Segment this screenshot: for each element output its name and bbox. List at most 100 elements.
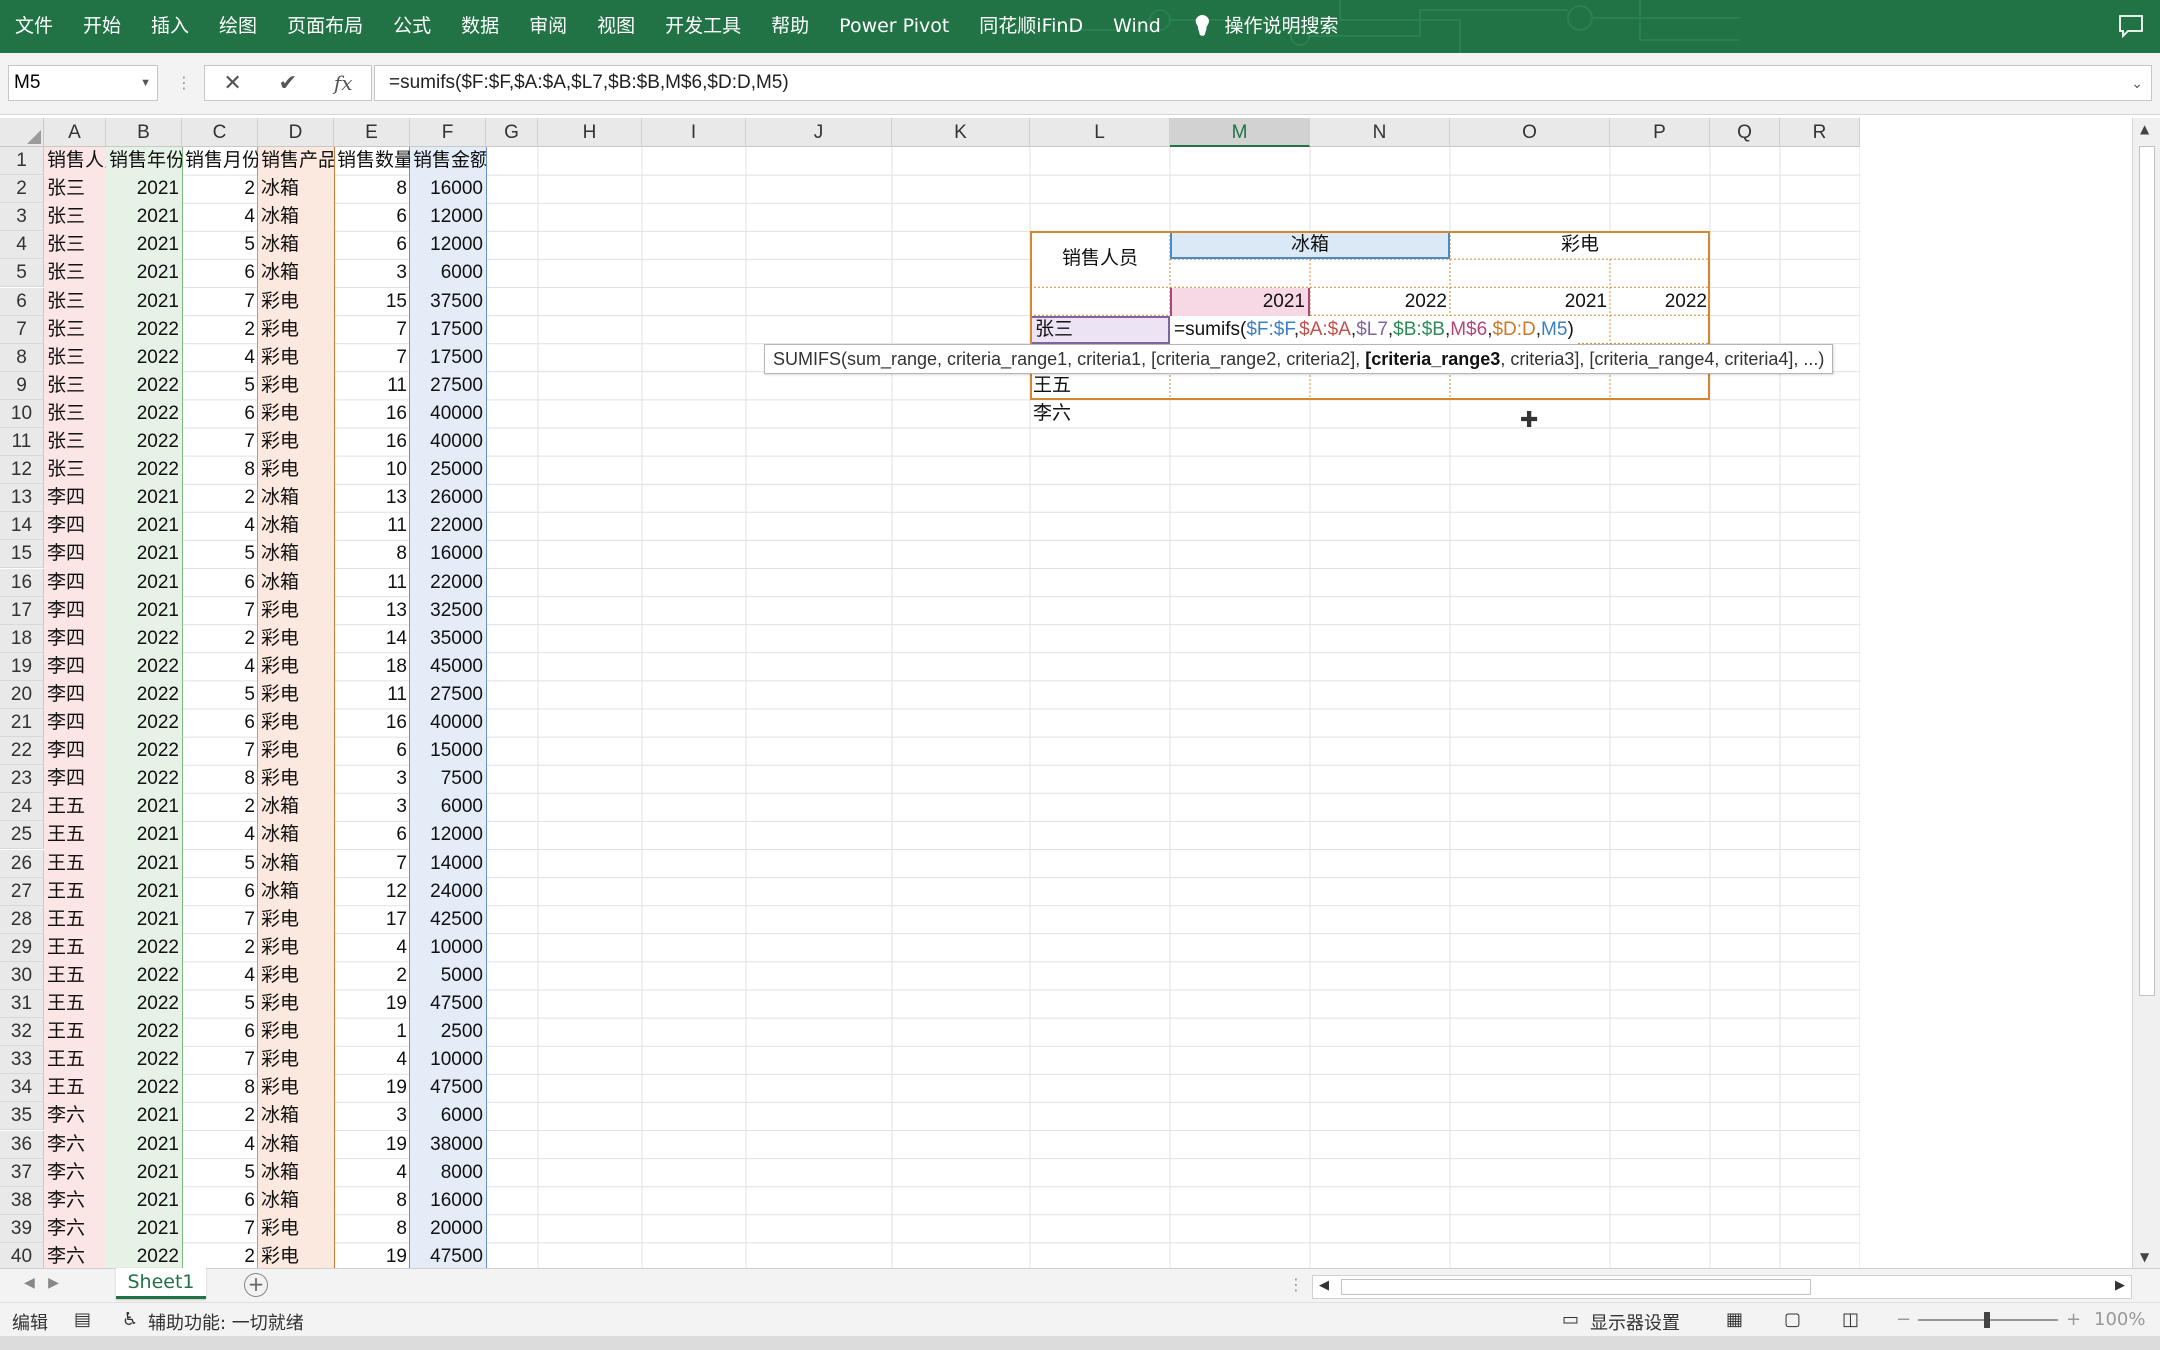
table-cell[interactable]: 5 bbox=[182, 850, 258, 878]
table-cell[interactable]: 8 bbox=[182, 765, 258, 793]
table-cell[interactable]: 彩电 bbox=[258, 1018, 334, 1046]
tooltip-text[interactable]: SUMIFS(sum_range, criteria_range1, crite… bbox=[773, 349, 1365, 369]
row-header-4[interactable]: 4 bbox=[0, 231, 44, 260]
row-header-35[interactable]: 35 bbox=[0, 1102, 44, 1131]
table-cell[interactable]: 2022 bbox=[106, 1074, 182, 1102]
scroll-down-icon[interactable]: ▼ bbox=[2140, 1250, 2149, 1264]
table-cell[interactable]: 彩电 bbox=[258, 316, 334, 344]
table-cell[interactable]: 19 bbox=[334, 1074, 410, 1102]
table-cell[interactable]: 35000 bbox=[410, 625, 486, 653]
table-cell[interactable]: 3 bbox=[334, 793, 410, 821]
sheet-nav-arrows[interactable]: ◀ ▶ bbox=[24, 1275, 59, 1291]
table-cell[interactable]: 2021 bbox=[106, 878, 182, 906]
menu-item-6[interactable]: 数据 bbox=[446, 0, 514, 53]
macro-record-icon[interactable]: ▤ bbox=[74, 1309, 91, 1330]
column-header-n[interactable]: N bbox=[1310, 118, 1450, 147]
table-cell[interactable]: 彩电 bbox=[258, 344, 334, 372]
normal-view-icon[interactable]: ▦ bbox=[1726, 1309, 1743, 1330]
row-header-26[interactable]: 26 bbox=[0, 849, 44, 878]
menu-item-12[interactable]: 同花顺iFinD bbox=[964, 0, 1098, 53]
table-cell[interactable]: 冰箱 bbox=[258, 821, 334, 849]
table-cell[interactable]: 7 bbox=[334, 316, 410, 344]
table-cell[interactable]: 彩电 bbox=[258, 288, 334, 316]
table-cell[interactable]: 冰箱 bbox=[258, 231, 334, 259]
table-cell[interactable]: 王五 bbox=[44, 906, 106, 934]
table-cell[interactable]: 2021 bbox=[106, 288, 182, 316]
table-cell[interactable]: 张三 bbox=[44, 344, 106, 372]
table-cell[interactable]: 8 bbox=[334, 1215, 410, 1243]
table-cell[interactable]: 13 bbox=[334, 597, 410, 625]
table-cell[interactable]: 16000 bbox=[410, 1187, 486, 1215]
table-cell[interactable]: 6 bbox=[182, 878, 258, 906]
table-cell[interactable]: 彩电 bbox=[258, 1046, 334, 1074]
table-cell[interactable]: 2 bbox=[182, 1243, 258, 1271]
table-cell[interactable]: 2 bbox=[182, 484, 258, 512]
table-cell[interactable]: 4 bbox=[182, 203, 258, 231]
row-header-7[interactable]: 7 bbox=[0, 315, 44, 344]
table-cell[interactable]: 8 bbox=[182, 456, 258, 484]
table-cell[interactable]: 25000 bbox=[410, 456, 486, 484]
table-cell[interactable]: 7 bbox=[182, 737, 258, 765]
table-cell[interactable]: 5 bbox=[182, 540, 258, 568]
table-cell[interactable]: 14000 bbox=[410, 850, 486, 878]
table-cell[interactable]: 张三 bbox=[44, 428, 106, 456]
menu-item-13[interactable]: Wind bbox=[1098, 0, 1176, 53]
row-header-10[interactable]: 10 bbox=[0, 399, 44, 428]
table-cell[interactable]: 冰箱 bbox=[258, 878, 334, 906]
table-cell[interactable]: 11 bbox=[334, 512, 410, 540]
table-cell[interactable]: 19 bbox=[334, 1131, 410, 1159]
table-cell[interactable]: 3 bbox=[334, 1102, 410, 1130]
table-cell[interactable]: 20000 bbox=[410, 1215, 486, 1243]
row-header-6[interactable]: 6 bbox=[0, 287, 44, 316]
table-cell[interactable]: 2022 bbox=[106, 372, 182, 400]
table-cell[interactable]: 27500 bbox=[410, 681, 486, 709]
row-header-18[interactable]: 18 bbox=[0, 624, 44, 653]
tooltip-current-arg[interactable]: [criteria_range3 bbox=[1365, 349, 1500, 369]
table-cell[interactable]: 王五 bbox=[44, 990, 106, 1018]
table-cell[interactable]: 5 bbox=[182, 372, 258, 400]
row-header-8[interactable]: 8 bbox=[0, 343, 44, 372]
formula-input[interactable]: =sumifs($F:$F,$A:$A,$L7,$B:$B,M$6,$D:D,M… bbox=[374, 65, 2152, 101]
table-cell[interactable]: 李四 bbox=[44, 512, 106, 540]
column-header-a[interactable]: A bbox=[44, 118, 106, 147]
menu-item-0[interactable]: 文件 bbox=[0, 0, 68, 53]
table-cell[interactable]: 冰箱 bbox=[258, 1159, 334, 1187]
table-cell[interactable]: 4 bbox=[182, 962, 258, 990]
table-cell[interactable]: 彩电 bbox=[258, 765, 334, 793]
table-cell[interactable]: 18 bbox=[334, 653, 410, 681]
row-header-38[interactable]: 38 bbox=[0, 1186, 44, 1215]
table-cell[interactable]: 冰箱 bbox=[258, 793, 334, 821]
table-cell[interactable]: 6 bbox=[182, 259, 258, 287]
menu-item-3[interactable]: 绘图 bbox=[204, 0, 272, 53]
table-cell[interactable]: 2 bbox=[182, 793, 258, 821]
table-cell[interactable]: 2021 bbox=[106, 1187, 182, 1215]
table-cell[interactable]: 李四 bbox=[44, 597, 106, 625]
column-header-m[interactable]: M bbox=[1170, 118, 1310, 147]
column-header-f[interactable]: F bbox=[410, 118, 486, 147]
row-header-3[interactable]: 3 bbox=[0, 203, 44, 232]
table-cell[interactable]: 8000 bbox=[410, 1159, 486, 1187]
table-cell[interactable]: 15000 bbox=[410, 737, 486, 765]
table-cell[interactable]: 李四 bbox=[44, 484, 106, 512]
display-settings[interactable]: 显示器设置 bbox=[1590, 1309, 1680, 1335]
table-cell[interactable]: 4 bbox=[182, 512, 258, 540]
row-header-30[interactable]: 30 bbox=[0, 961, 44, 990]
table-cell[interactable]: 王五 bbox=[44, 793, 106, 821]
menu-item-11[interactable]: Power Pivot bbox=[824, 0, 964, 53]
table-cell[interactable]: 王五 bbox=[44, 821, 106, 849]
table-cell[interactable]: 2021 bbox=[106, 540, 182, 568]
table-cell[interactable]: 7 bbox=[182, 1215, 258, 1243]
table-cell[interactable]: 7 bbox=[334, 850, 410, 878]
table-cell[interactable]: 王五 bbox=[44, 878, 106, 906]
column-header-b[interactable]: B bbox=[106, 118, 182, 147]
table-cell[interactable]: 6 bbox=[334, 231, 410, 259]
table-cell[interactable]: 彩电 bbox=[258, 681, 334, 709]
horizontal-scroll-thumb[interactable] bbox=[1341, 1279, 1811, 1295]
table-cell[interactable]: 2022 bbox=[106, 653, 182, 681]
table-cell[interactable]: 彩电 bbox=[258, 709, 334, 737]
row-header-31[interactable]: 31 bbox=[0, 990, 44, 1019]
table-cell[interactable]: 5 bbox=[182, 1159, 258, 1187]
table-cell[interactable]: 47500 bbox=[410, 1074, 486, 1102]
table-cell[interactable]: 4 bbox=[182, 821, 258, 849]
table-cell[interactable]: 2021 bbox=[106, 569, 182, 597]
